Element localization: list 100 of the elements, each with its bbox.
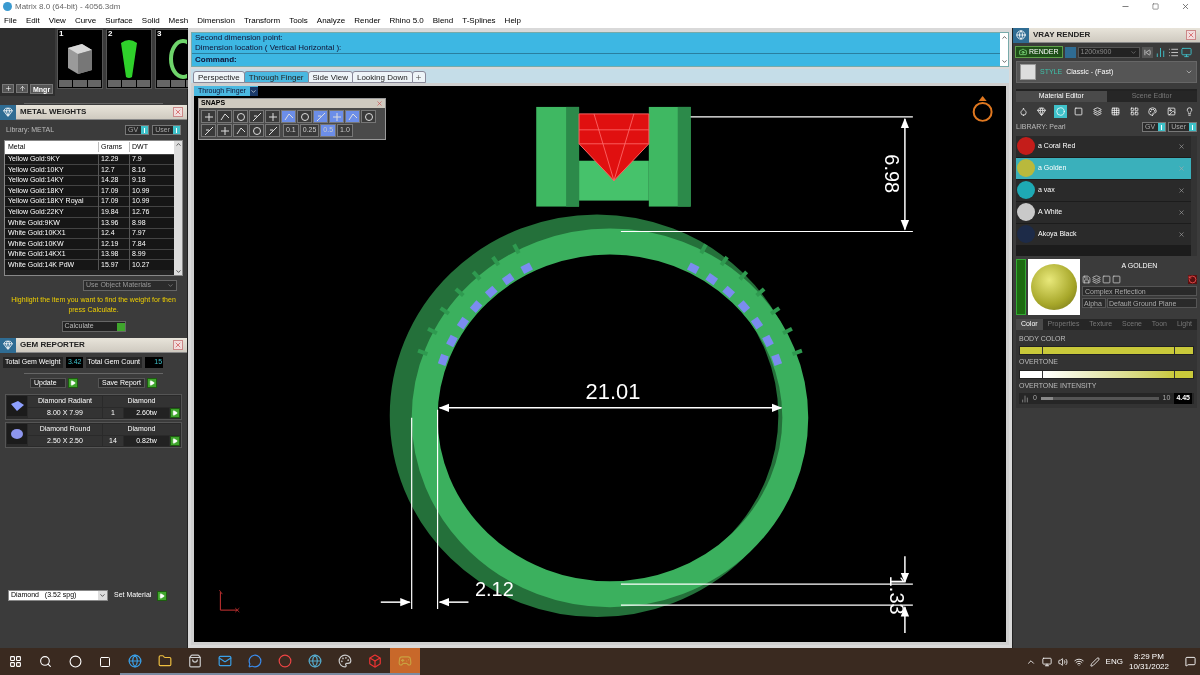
slider-fill[interactable] — [1040, 397, 1053, 400]
notification-icon[interactable] — [1185, 656, 1196, 667]
go-button[interactable] — [146, 378, 157, 389]
thumbnail-action[interactable] — [108, 80, 122, 87]
material-tool-button[interactable] — [1146, 105, 1160, 118]
thumbnail-action[interactable] — [171, 80, 185, 87]
go-button[interactable] — [170, 435, 180, 446]
monitor-icon[interactable] — [1180, 46, 1192, 58]
snap-button[interactable] — [201, 110, 216, 123]
language-indicator[interactable]: ENG — [1105, 655, 1123, 668]
monitor-icon[interactable] — [1041, 656, 1052, 667]
remove-icon[interactable] — [1178, 186, 1185, 194]
viewport-tab[interactable]: Side View — [307, 71, 353, 83]
material-tool-button[interactable] — [1127, 105, 1141, 118]
dimension-line[interactable] — [380, 409, 470, 610]
scrollbar[interactable] — [174, 140, 182, 276]
palette-icon — [338, 653, 352, 668]
scroll-up-icon — [1000, 34, 1008, 41]
panel-title: GEM REPORTER — [20, 339, 86, 352]
menu-item[interactable]: Transform — [243, 14, 281, 27]
remove-icon[interactable] — [1178, 230, 1185, 238]
menu-item[interactable]: Surface — [105, 14, 133, 27]
menu-item[interactable]: Edit — [25, 14, 40, 27]
chart-icon[interactable] — [1154, 46, 1166, 58]
dimension-value: 2.12 — [475, 578, 514, 601]
go-button[interactable] — [170, 407, 180, 418]
material-tool-button[interactable] — [1053, 105, 1067, 118]
thumbnail-action[interactable] — [73, 80, 87, 87]
thumbnail-action[interactable] — [87, 80, 102, 87]
square-icon[interactable] — [1112, 274, 1121, 284]
remove-icon[interactable] — [1178, 208, 1185, 216]
remove-icon[interactable] — [1178, 142, 1185, 150]
thumbnail-action[interactable] — [122, 80, 136, 87]
thumbnail-action[interactable] — [157, 80, 171, 87]
snap-button[interactable] — [201, 124, 216, 137]
snap-button[interactable] — [249, 124, 264, 137]
menu-item[interactable]: Mesh — [168, 14, 189, 27]
thumbnail-action[interactable] — [59, 80, 73, 87]
snap-tool-icon — [251, 125, 262, 136]
menu-item[interactable]: Curve — [74, 14, 97, 27]
snap-button[interactable] — [233, 124, 248, 137]
go-button[interactable] — [68, 378, 78, 389]
snap-button[interactable] — [297, 110, 312, 123]
viewport-tab[interactable]: Looking Down — [351, 71, 413, 83]
scrollbar[interactable] — [1000, 33, 1008, 66]
dimension-line[interactable] — [620, 116, 914, 233]
snap-button[interactable] — [361, 110, 376, 123]
pen-icon[interactable] — [1089, 656, 1100, 667]
material-tool-button[interactable] — [1109, 105, 1123, 118]
tool-icon — [1148, 107, 1158, 116]
snap-tool-icon — [235, 111, 246, 122]
add-button[interactable] — [2, 84, 14, 93]
thumbnail-action[interactable] — [136, 80, 151, 87]
menu-item[interactable]: File — [4, 14, 17, 27]
speaker-icon[interactable] — [1057, 656, 1068, 667]
viewport-tab[interactable]: Through Finger — [243, 71, 309, 83]
scrollbar[interactable] — [1191, 135, 1197, 256]
snap-button[interactable] — [265, 124, 280, 137]
ring-view-icon[interactable] — [972, 95, 993, 122]
clock[interactable]: 8:29 PM 10/31/2022 — [1128, 651, 1169, 672]
snap-tool-icon — [331, 111, 342, 122]
square-icon[interactable] — [1102, 274, 1111, 284]
material-tool-button[interactable] — [1017, 105, 1030, 118]
snap-button[interactable] — [249, 110, 264, 123]
material-tool-button[interactable] — [1035, 105, 1049, 118]
snap-button[interactable] — [217, 110, 232, 123]
menu-item[interactable]: Render — [354, 14, 381, 27]
dimension-line[interactable] — [438, 403, 783, 413]
menu-item[interactable]: Rhino 5.0 — [389, 14, 424, 27]
menu-item[interactable]: View — [48, 14, 66, 27]
color-gradient-bar[interactable] — [1019, 369, 1194, 379]
list-icon[interactable] — [1167, 46, 1179, 58]
menu-item[interactable]: Tools — [289, 14, 308, 27]
viewport-tab[interactable]: Perspective — [193, 71, 245, 83]
menu-item[interactable]: Dimension — [197, 14, 235, 27]
arrow-up-icon — [18, 85, 26, 92]
menu-item[interactable]: T-Splines — [462, 14, 496, 27]
material-tool-button[interactable] — [1090, 105, 1104, 118]
rewind-button[interactable] — [1141, 46, 1153, 58]
material-tool-button[interactable] — [1072, 105, 1086, 118]
dimension-line[interactable] — [620, 555, 914, 634]
snap-button[interactable] — [233, 110, 248, 123]
snap-tool-icon — [347, 111, 358, 122]
layer-thumbnail[interactable]: 2 — [106, 29, 153, 89]
material-tool-button[interactable] — [1164, 105, 1178, 118]
layer-thumbnail[interactable]: 1 — [57, 29, 104, 89]
up-button[interactable] — [16, 84, 28, 93]
reset-icon[interactable] — [1188, 274, 1197, 284]
menu-item[interactable]: Solid — [141, 14, 160, 27]
save-icon[interactable] — [1082, 274, 1091, 284]
snap-button[interactable] — [217, 124, 232, 137]
go-button[interactable] — [157, 590, 168, 601]
play-icon — [70, 380, 76, 387]
menu-item[interactable]: Blend — [432, 14, 454, 27]
wifi-icon[interactable] — [1073, 656, 1084, 667]
color-gradient-bar[interactable] — [1019, 346, 1194, 355]
layers-icon[interactable] — [1092, 274, 1101, 284]
snap-button[interactable] — [265, 110, 280, 123]
menu-item[interactable]: Analyze — [316, 14, 346, 27]
menu-item[interactable]: Help — [504, 14, 522, 27]
